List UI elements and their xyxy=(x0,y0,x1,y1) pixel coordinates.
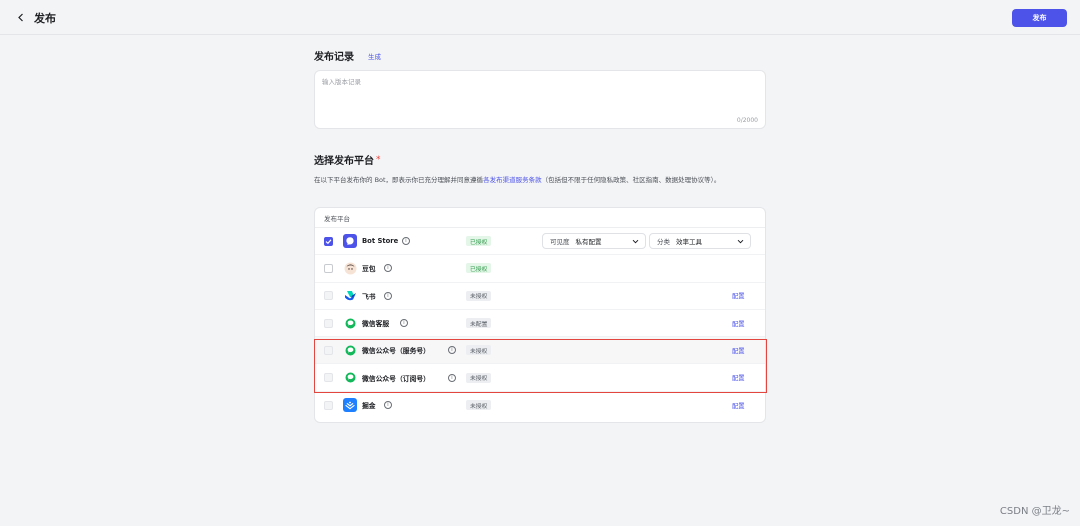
info-icon[interactable]: i xyxy=(448,346,456,355)
platform-name: Bot Store xyxy=(362,237,399,246)
status-badge: 未授权 xyxy=(466,372,492,383)
platform-section-header: 选择发布平台 * xyxy=(314,152,381,168)
table-row: Bot Store i 已授权 可见度 私有配置 分类 效率工具 xyxy=(315,228,765,256)
table-row: 微信客服 i 未配置 配置 xyxy=(315,310,765,338)
category-value: 效率工具 xyxy=(676,238,702,247)
platform-name: 飞书 xyxy=(362,292,376,301)
checkbox-bot-store[interactable] xyxy=(324,236,333,246)
info-icon[interactable]: i xyxy=(402,237,410,246)
info-icon[interactable]: i xyxy=(448,373,456,382)
table-row: 飞书 i 未授权 配置 xyxy=(315,283,765,310)
status-badge: 未授权 xyxy=(466,290,492,301)
desc-text-before: 在以下平台发布你的 Bot，即表示你已充分理解并同意遵循 xyxy=(314,176,484,184)
doubao-icon xyxy=(343,261,357,276)
record-section-title: 发布记录 xyxy=(314,52,354,63)
status-badge: 未配置 xyxy=(466,318,492,329)
config-link[interactable]: 配置 xyxy=(732,401,745,410)
table-row: 掘金 i 未授权 配置 xyxy=(315,392,765,419)
table-row: 豆包 i 已授权 xyxy=(315,255,765,283)
status-badge: 未授权 xyxy=(466,400,492,411)
chevron-down-icon xyxy=(632,239,639,244)
config-link[interactable]: 配置 xyxy=(732,319,745,328)
info-icon[interactable]: i xyxy=(384,401,392,410)
back-arrow-icon[interactable] xyxy=(14,10,28,24)
wechat-icon xyxy=(343,343,357,357)
bot-store-icon xyxy=(343,234,357,249)
checkbox-wechat-mp-service xyxy=(324,345,333,355)
visibility-select[interactable]: 可见度 私有配置 xyxy=(542,233,646,250)
platform-section-title: 选择发布平台 xyxy=(314,156,374,167)
publish-button[interactable]: 发布 xyxy=(1012,9,1067,27)
info-icon[interactable]: i xyxy=(384,264,392,273)
char-counter: 0/2000 xyxy=(736,117,758,124)
platform-name: 豆包 xyxy=(362,265,376,274)
platform-description: 在以下平台发布你的 Bot，即表示你已充分理解并同意遵循各发布渠道服务条款（包括… xyxy=(314,175,766,186)
checkbox-feishu xyxy=(324,291,333,301)
version-record-box: 0/2000 xyxy=(314,70,766,129)
table-row: 微信公众号（服务号） i 未授权 配置 xyxy=(315,337,765,365)
wechat-icon xyxy=(343,371,357,385)
generate-link[interactable]: 生成 xyxy=(368,51,381,61)
visibility-value: 私有配置 xyxy=(575,238,602,247)
table-row: 微信公众号（订阅号） i 未授权 配置 xyxy=(315,364,765,392)
chevron-down-icon xyxy=(737,239,744,244)
top-bar: 发布 发布 xyxy=(0,0,1080,35)
table-header: 发布平台 xyxy=(315,208,765,228)
version-record-input[interactable] xyxy=(315,71,765,115)
terms-link[interactable]: 各发布渠道服务条款 xyxy=(483,176,542,184)
desc-text-after: （包括但不限于任何隐私政策、社区指南、数据处理协议等）。 xyxy=(541,176,721,184)
juejin-icon xyxy=(343,398,357,413)
platform-name: 掘金 xyxy=(362,402,376,411)
feishu-icon xyxy=(343,288,357,303)
page-title: 发布 xyxy=(34,12,56,25)
platform-name: 微信公众号（订阅号） xyxy=(362,374,430,383)
checkbox-wechat-mp-subscription xyxy=(324,373,333,383)
category-select[interactable]: 分类 效率工具 xyxy=(649,233,751,250)
platform-name: 微信客服 xyxy=(362,320,390,329)
checkbox-doubao[interactable] xyxy=(324,263,333,273)
config-link[interactable]: 配置 xyxy=(732,291,745,300)
info-icon[interactable]: i xyxy=(384,291,392,300)
info-icon[interactable]: i xyxy=(400,319,408,328)
required-mark: * xyxy=(376,154,381,165)
platform-table: 发布平台 Bot Store i 已授权 可见度 私有配置 分类 效率工具 豆包… xyxy=(314,207,766,423)
status-badge: 未授权 xyxy=(466,345,492,356)
checkbox-wechat-service xyxy=(324,318,333,328)
platform-name: 微信公众号（服务号） xyxy=(362,347,430,356)
checkbox-juejin xyxy=(324,400,333,410)
config-link[interactable]: 配置 xyxy=(732,373,745,382)
config-link[interactable]: 配置 xyxy=(732,346,745,355)
status-badge: 已授权 xyxy=(466,263,492,274)
wechat-icon xyxy=(343,316,357,330)
record-section-header: 发布记录 生成 xyxy=(314,48,381,63)
status-badge: 已授权 xyxy=(466,236,492,247)
visibility-label: 可见度 xyxy=(550,238,570,247)
category-label: 分类 xyxy=(657,238,670,247)
watermark: CSDN @卫龙~ xyxy=(999,506,1070,517)
